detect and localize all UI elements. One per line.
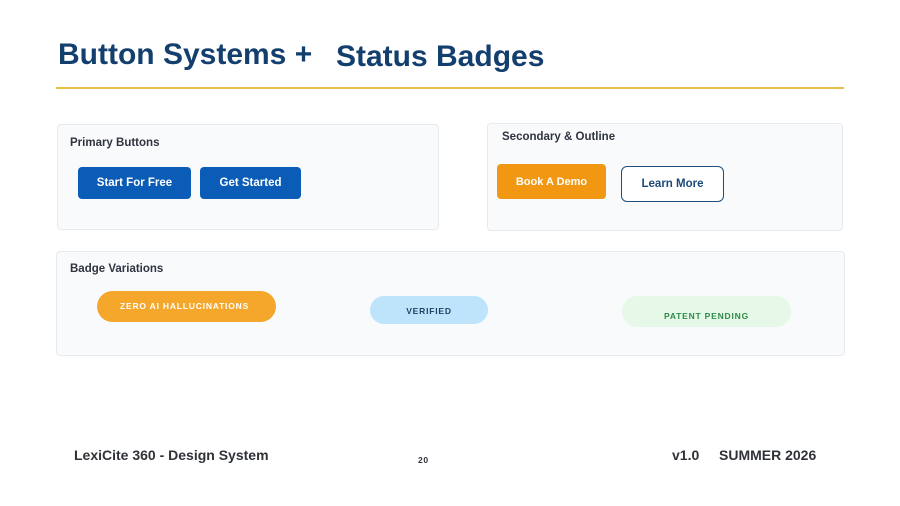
badge-variations-heading: Badge Variations xyxy=(70,263,164,275)
footer-season: SUMMER 2026 xyxy=(719,447,817,463)
zero-ai-hallucinations-badge: ZERO AI HALLUCINATIONS xyxy=(97,291,276,322)
secondary-buttons-card: Secondary & Outline Book A Demo Learn Mo… xyxy=(487,123,843,231)
book-a-demo-button[interactable]: Book A Demo xyxy=(497,164,606,199)
footer-brand: LexiCite 360 - Design System xyxy=(74,447,269,463)
secondary-buttons-heading: Secondary & Outline xyxy=(502,131,616,143)
page-number: 20 xyxy=(418,455,429,465)
badge-variations-card: Badge Variations ZERO AI HALLUCINATIONS … xyxy=(56,251,845,356)
start-for-free-button[interactable]: Start For Free xyxy=(78,167,191,199)
slide-title: Button Systems + xyxy=(58,38,313,71)
primary-buttons-card: Primary Buttons Start For Free Get Start… xyxy=(57,124,439,230)
patent-pending-badge: PATENT PENDING xyxy=(622,296,791,327)
get-started-button[interactable]: Get Started xyxy=(200,167,301,199)
footer-version: v1.0 xyxy=(672,447,700,463)
learn-more-button[interactable]: Learn More xyxy=(621,166,724,202)
title-divider xyxy=(56,87,844,89)
verified-badge: VERIFIED xyxy=(370,296,488,324)
slide-title-continued: Status Badges xyxy=(336,40,545,73)
primary-buttons-heading: Primary Buttons xyxy=(70,137,160,149)
